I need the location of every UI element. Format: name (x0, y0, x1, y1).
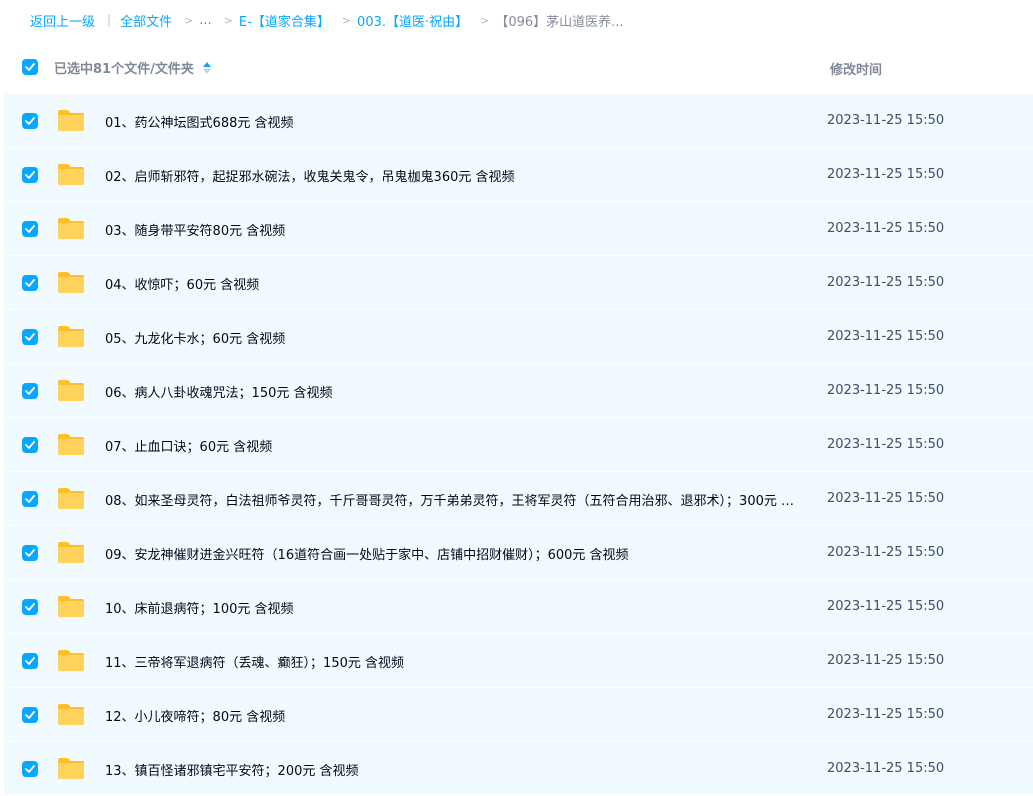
table-row[interactable]: 06、病人八卦收魂咒法；150元 含视频 2023-11-25 15:50 (4, 364, 1033, 418)
folder-icon (58, 596, 84, 617)
file-name[interactable]: 01、药公神坛图式688元 含视频 (105, 112, 294, 131)
row-checkbox[interactable] (22, 329, 38, 345)
modified-time: 2023-11-25 15:50 (827, 761, 945, 776)
folder-icon (58, 434, 84, 455)
modified-time: 2023-11-25 15:50 (827, 221, 945, 236)
folder-icon (58, 164, 84, 185)
check-icon (25, 765, 35, 773)
modified-time: 2023-11-25 15:50 (827, 167, 945, 182)
folder-icon (58, 758, 84, 779)
file-name[interactable]: 07、止血口诀；60元 含视频 (105, 436, 272, 455)
modified-time: 2023-11-25 15:50 (827, 437, 945, 452)
table-row[interactable]: 12、小儿夜啼符；80元 含视频 2023-11-25 15:50 (4, 688, 1033, 742)
modified-time: 2023-11-25 15:50 (827, 329, 945, 344)
table-row[interactable]: 08、如来圣母灵符，白法祖师爷灵符，千斤哥哥灵符，万千弟弟灵符，王将军灵符（五符… (4, 472, 1033, 526)
folder-icon (58, 272, 84, 293)
chevron-right-icon: > (480, 13, 490, 27)
modified-time: 2023-11-25 15:50 (827, 707, 945, 722)
modified-time: 2023-11-25 15:50 (827, 275, 945, 290)
selection-count-label: 已选中81个文件/文件夹 (54, 58, 212, 77)
file-name[interactable]: 04、收惊吓；60元 含视频 (105, 274, 259, 293)
modified-time: 2023-11-25 15:50 (827, 599, 945, 614)
folder-icon (58, 380, 84, 401)
check-icon (25, 441, 35, 449)
file-name[interactable]: 09、安龙神催财进金兴旺符（16道符合画一处贴于家中、店铺中招财催财）；600元… (105, 544, 629, 563)
table-row[interactable]: 03、随身带平安符80元 含视频 2023-11-25 15:50 (4, 202, 1033, 256)
chevron-right-icon: > (341, 13, 352, 27)
check-icon (25, 279, 35, 287)
check-icon (25, 657, 35, 665)
folder-icon (58, 218, 84, 239)
row-checkbox[interactable] (22, 653, 38, 669)
chevron-right-icon: > (184, 13, 194, 27)
row-checkbox[interactable] (22, 545, 38, 561)
folder-icon (58, 650, 84, 671)
table-row[interactable]: 13、镇百怪诸邪镇宅平安符；200元 含视频 2023-11-25 15:50 (4, 742, 1033, 796)
file-name[interactable]: 06、病人八卦收魂咒法；150元 含视频 (105, 382, 333, 401)
breadcrumb-current: 【096】茅山道医养... (495, 14, 624, 30)
check-icon (25, 117, 35, 125)
check-icon (25, 63, 35, 71)
table-row[interactable]: 01、药公神坛图式688元 含视频 2023-11-25 15:50 (4, 94, 1033, 148)
row-checkbox[interactable] (22, 491, 38, 507)
table-row[interactable]: 02、启师斩邪符，起捉邪水碗法，收鬼关鬼令，吊鬼枷鬼360元 含视频 2023-… (4, 148, 1033, 202)
table-row[interactable]: 10、床前退病符；100元 含视频 2023-11-25 15:50 (4, 580, 1033, 634)
table-row[interactable]: 04、收惊吓；60元 含视频 2023-11-25 15:50 (4, 256, 1033, 310)
back-link[interactable]: 返回上一级 (30, 11, 95, 30)
file-name[interactable]: 08、如来圣母灵符，白法祖师爷灵符，千斤哥哥灵符，万千弟弟灵符，王将军灵符（五符… (105, 490, 805, 509)
breadcrumb-folder-e[interactable]: E-【道家合集】 (239, 11, 330, 30)
check-icon (25, 603, 35, 611)
row-checkbox[interactable] (22, 221, 38, 237)
modified-time: 2023-11-25 15:50 (827, 383, 945, 398)
file-name[interactable]: 12、小儿夜啼符；80元 含视频 (105, 706, 285, 725)
row-checkbox[interactable] (22, 761, 38, 777)
row-checkbox[interactable] (22, 437, 38, 453)
breadcrumb-folder-003[interactable]: 003.【道医·祝由】 (357, 11, 468, 30)
row-checkbox[interactable] (22, 113, 38, 129)
chevron-right-icon: > (223, 13, 233, 27)
breadcrumb: 返回上一级 | 全部文件 > ... > E-【道家合集】 > 003.【道医·… (0, 0, 1033, 40)
check-icon (25, 225, 35, 233)
row-checkbox[interactable] (22, 707, 38, 723)
table-row[interactable]: 09、安龙神催财进金兴旺符（16道符合画一处贴于家中、店铺中招财催财）；600元… (4, 526, 1033, 580)
folder-icon (58, 110, 84, 131)
check-icon (25, 495, 35, 503)
modified-time-header[interactable]: 修改时间 (830, 59, 882, 78)
folder-icon (58, 326, 84, 347)
file-name[interactable]: 03、随身带平安符80元 含视频 (105, 220, 285, 239)
check-icon (25, 171, 35, 179)
selection-count-text: 已选中81个文件/文件夹 (54, 62, 194, 77)
row-checkbox[interactable] (22, 599, 38, 615)
check-icon (25, 711, 35, 719)
folder-icon (58, 542, 84, 563)
breadcrumb-ellipsis[interactable]: ... (199, 13, 211, 28)
file-list: 01、药公神坛图式688元 含视频 2023-11-25 15:50 02、启师… (4, 94, 1033, 796)
table-row[interactable]: 07、止血口诀；60元 含视频 2023-11-25 15:50 (4, 418, 1033, 472)
modified-time: 2023-11-25 15:50 (827, 491, 945, 506)
table-row[interactable]: 05、九龙化卡水；60元 含视频 2023-11-25 15:50 (4, 310, 1033, 364)
folder-icon (58, 488, 84, 509)
table-row[interactable]: 11、三帝将军退病符（丢魂、癫狂）；150元 含视频 2023-11-25 15… (4, 634, 1033, 688)
modified-time: 2023-11-25 15:50 (827, 653, 945, 668)
list-header: 已选中81个文件/文件夹 修改时间 (4, 42, 1033, 92)
file-name[interactable]: 11、三帝将军退病符（丢魂、癫狂）；150元 含视频 (105, 652, 404, 671)
file-name[interactable]: 05、九龙化卡水；60元 含视频 (105, 328, 285, 347)
check-icon (25, 333, 35, 341)
breadcrumb-divider: | (107, 13, 112, 27)
row-checkbox[interactable] (22, 167, 38, 183)
modified-time: 2023-11-25 15:50 (827, 113, 945, 128)
check-icon (25, 387, 35, 395)
check-icon (25, 549, 35, 557)
file-name[interactable]: 10、床前退病符；100元 含视频 (105, 598, 294, 617)
row-checkbox[interactable] (22, 383, 38, 399)
modified-time: 2023-11-25 15:50 (827, 545, 945, 560)
breadcrumb-all-files[interactable]: 全部文件 (120, 11, 172, 30)
folder-icon (58, 704, 84, 725)
sort-icon[interactable] (202, 61, 212, 75)
row-checkbox[interactable] (22, 275, 38, 291)
select-all-checkbox[interactable] (22, 59, 38, 75)
file-name[interactable]: 02、启师斩邪符，起捉邪水碗法，收鬼关鬼令，吊鬼枷鬼360元 含视频 (105, 166, 515, 185)
file-name[interactable]: 13、镇百怪诸邪镇宅平安符；200元 含视频 (105, 760, 359, 779)
